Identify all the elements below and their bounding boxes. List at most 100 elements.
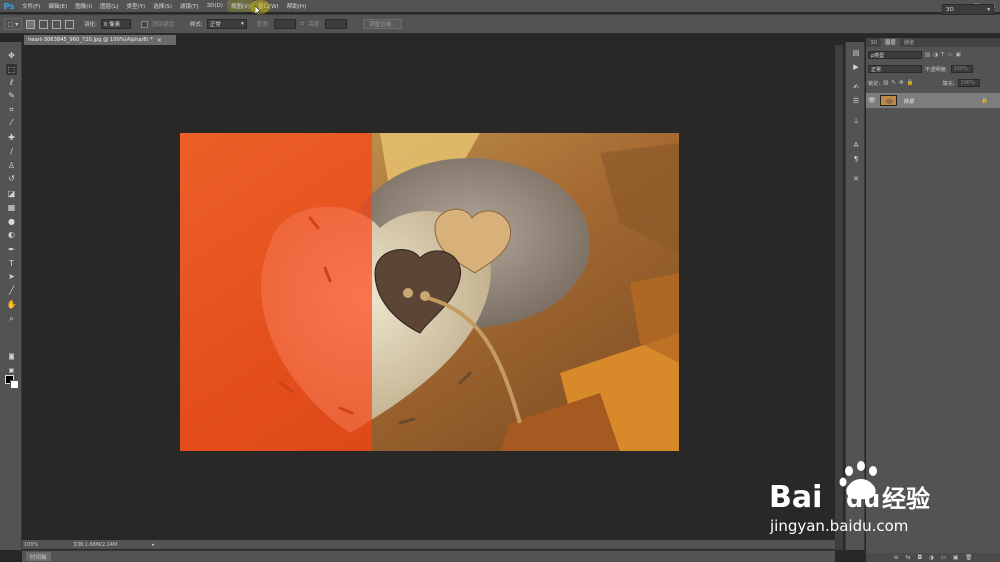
new-layer-icon[interactable]: ▣ — [953, 555, 958, 561]
feather-input[interactable]: 0 像素 — [100, 19, 131, 29]
paragraph-panel-icon[interactable]: ¶ — [851, 154, 861, 164]
subtract-selection-button[interactable] — [52, 19, 61, 29]
clone-stamp-tool-icon[interactable]: ♙ — [6, 160, 17, 171]
refine-edge-button[interactable]: 调整边缘... — [363, 19, 403, 29]
filter-type-icon[interactable]: T — [941, 52, 944, 58]
dodge-tool-icon[interactable]: ◐ — [6, 229, 17, 240]
fx-icon[interactable]: fx — [905, 555, 910, 561]
new-selection-button[interactable] — [26, 19, 35, 29]
width-input[interactable] — [273, 19, 296, 29]
filter-pixel-icon[interactable]: ▨ — [925, 52, 930, 58]
document-tab[interactable]: heart-3063845_960_720.jpg @ 100%(Alpha/8… — [24, 35, 176, 45]
layer-filter-row: ρ类型 ▨ ◑ T ▭ ▣ — [868, 51, 961, 59]
add-mask-icon[interactable]: ◘ — [918, 555, 922, 561]
path-select-tool-icon[interactable]: ➤ — [6, 271, 17, 282]
document-image[interactable] — [180, 133, 679, 451]
trash-icon[interactable]: 🗑 — [965, 555, 972, 561]
menu-item[interactable]: 滤镜(T) — [176, 0, 203, 12]
opacity-input[interactable]: 100% — [950, 65, 973, 73]
add-selection-button[interactable] — [39, 19, 48, 29]
tool-presets-panel-icon[interactable]: ✕ — [851, 174, 861, 184]
tool-preset-picker[interactable]: ⬚ ▾ — [4, 18, 22, 30]
type-tool-icon[interactable]: T — [6, 258, 17, 269]
lasso-tool-icon[interactable]: ℓ — [6, 77, 17, 88]
gradient-tool-icon[interactable]: ▦ — [6, 202, 17, 213]
menu-item[interactable]: 编辑(E) — [44, 0, 71, 12]
screen-mode-icon[interactable]: ▣ — [6, 365, 17, 376]
lock-transparent-icon[interactable]: ▨ — [883, 80, 888, 86]
panel-tab[interactable]: 3D — [866, 38, 881, 47]
workspace-select[interactable]: 3D ▾ — [942, 4, 994, 15]
crop-tool-icon[interactable]: ⌗ — [6, 104, 17, 115]
menu-item[interactable]: 类型(Y) — [123, 0, 150, 12]
adjustment-layer-icon[interactable]: ◑ — [929, 555, 934, 561]
line-tool-icon[interactable]: ╱ — [6, 285, 17, 296]
menu-item[interactable]: 文件(F) — [18, 0, 44, 12]
menu-item[interactable]: 图层(L) — [96, 0, 122, 12]
close-icon[interactable]: × — [157, 37, 162, 44]
antialias-label: 消除锯齿 — [151, 22, 174, 28]
status-menu-icon[interactable]: ▸ — [152, 540, 155, 549]
style-value: 正常 — [209, 22, 221, 28]
menu-item[interactable]: 帮助(H) — [283, 0, 310, 12]
intersect-selection-button[interactable] — [65, 19, 74, 29]
eraser-tool-icon[interactable]: ◪ — [6, 188, 17, 199]
link-layers-icon[interactable]: ⊖ — [894, 555, 899, 561]
actions-panel-icon[interactable]: ▶ — [851, 62, 861, 72]
image-content — [180, 133, 679, 451]
filter-kind-select[interactable]: ρ类型 — [868, 51, 922, 59]
move-tool-icon[interactable]: ✥ — [6, 50, 17, 61]
quick-select-tool-icon[interactable]: ✎ — [6, 90, 17, 101]
quick-mask-icon[interactable]: ◙ — [6, 351, 17, 362]
swap-icon[interactable]: ⇄ — [300, 21, 305, 27]
blend-mode-select[interactable]: 正常 — [868, 65, 922, 73]
doc-info[interactable]: 文档:1.68M/2.24M — [73, 541, 117, 548]
app-logo: Ps — [3, 1, 15, 11]
brush-tool-icon[interactable]: / — [6, 146, 17, 157]
blur-tool-icon[interactable]: ● — [6, 216, 17, 227]
history-brush-tool-icon[interactable]: ↺ — [6, 173, 17, 184]
chevron-down-icon: ▾ — [240, 21, 244, 27]
photoshop-window: Ps 文件(F) 编辑(E) 图像(I) 图层(L) 类型(Y) 选择(S) 滤镜(T) 3D… — [0, 0, 1000, 562]
hand-tool-icon[interactable]: ✋ — [6, 299, 17, 310]
healing-brush-tool-icon[interactable]: ✚ — [6, 132, 17, 143]
layer-name[interactable]: 背景 — [903, 97, 914, 105]
zoom-tool-icon[interactable]: ⌕ — [6, 313, 17, 324]
menu-item[interactable]: 选择(S) — [149, 0, 176, 12]
svg-text:Bai: Bai — [769, 480, 822, 515]
lock-all-icon[interactable]: 🔒 — [907, 80, 914, 86]
new-group-icon[interactable]: ▭ — [941, 555, 946, 561]
timeline-tab[interactable]: 时间轴 — [26, 552, 51, 561]
panel-tab[interactable]: 图层 — [881, 38, 900, 47]
menu-item[interactable]: 3D(D) — [203, 0, 227, 12]
feather-label: 羽化: — [84, 22, 97, 28]
svg-text:经验: 经验 — [882, 485, 930, 513]
layer-row-background[interactable]: 👁 背景 🔒 — [866, 93, 1000, 108]
brush-panel-icon[interactable]: ✍ — [851, 82, 861, 92]
menu-item[interactable]: 图像(I) — [71, 0, 96, 12]
menu-bar: Ps 文件(F) 编辑(E) 图像(I) 图层(L) 类型(Y) 选择(S) 滤镜(T) 3D… — [0, 0, 1000, 12]
svg-text:du: du — [846, 485, 880, 513]
visibility-eye-icon[interactable]: 👁 — [866, 97, 878, 104]
pen-tool-icon[interactable]: ✒ — [6, 244, 17, 255]
eyedropper-tool-icon[interactable]: ⁄ — [6, 117, 17, 128]
workspace-value: 3D — [946, 6, 954, 13]
marquee-tool-icon[interactable]: ⬚ — [6, 64, 17, 75]
history-panel-icon[interactable]: ▤ — [851, 48, 861, 58]
height-input[interactable] — [325, 19, 348, 29]
filter-shape-icon[interactable]: ▭ — [947, 52, 952, 58]
fill-input[interactable]: 100% — [957, 79, 980, 87]
panel-tab[interactable]: 通道 — [900, 38, 918, 47]
style-select[interactable]: 正常 ▾ — [206, 19, 247, 29]
zoom-level[interactable]: 100% — [22, 542, 48, 548]
filter-smart-icon[interactable]: ▣ — [956, 52, 961, 58]
lock-image-icon[interactable]: ✎ — [891, 80, 896, 86]
filter-adjust-icon[interactable]: ◑ — [933, 52, 938, 58]
layers-panel-footer: ⊖ fx ◘ ◑ ▭ ▣ 🗑 — [866, 553, 1000, 562]
lock-position-icon[interactable]: ✥ — [899, 80, 904, 86]
properties-panel-icon[interactable]: ⊥ — [851, 116, 861, 126]
background-color-swatch[interactable] — [10, 380, 19, 389]
character-panel-icon[interactable]: A — [851, 140, 861, 150]
antialias-checkbox[interactable] — [140, 20, 148, 28]
adjustments-panel-icon[interactable]: ☰ — [851, 96, 861, 106]
